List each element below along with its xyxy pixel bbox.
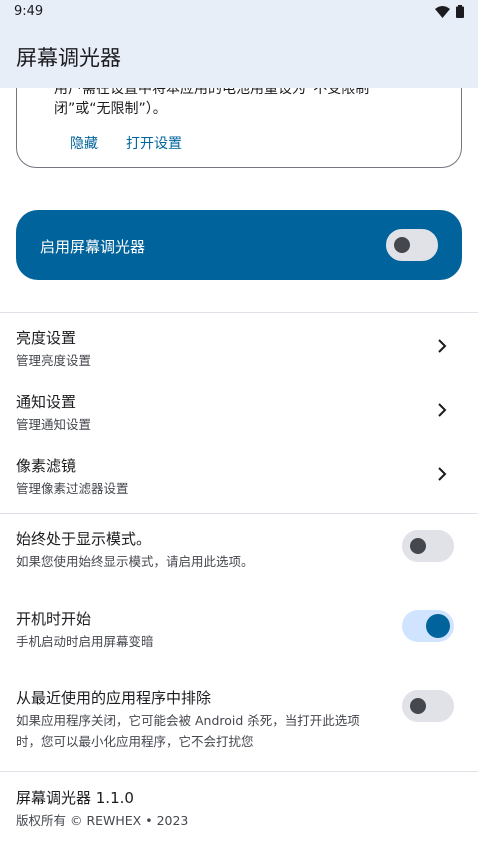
pixel-filter-title: 像素滤镜 [16, 457, 77, 475]
toggle-thumb [426, 614, 450, 638]
battery-status-icon [456, 5, 464, 18]
start-on-boot-subtitle: 手机启动时启用屏幕变暗 [16, 634, 154, 649]
enable-dimmer-toggle[interactable] [386, 229, 438, 261]
toggle-thumb [410, 538, 426, 554]
app-version: 屏幕调光器 1.1.0 [16, 789, 134, 807]
notifications-title: 通知设置 [16, 393, 77, 411]
divider [0, 312, 478, 313]
brightness-subtitle: 管理亮度设置 [16, 353, 92, 368]
copyright-text: 版权所有 © REWHEX • 2023 [16, 813, 189, 828]
exclude-recents-subtitle-line-2: 时，您可以最小化应用程序，它不会打扰您 [16, 734, 254, 749]
exclude-recents-title: 从最近使用的应用程序中排除 [16, 689, 212, 707]
always-on-title: 始终处于显示模式。 [16, 530, 152, 548]
chevron-right-icon [438, 467, 447, 481]
exclude-recents-toggle[interactable] [402, 690, 454, 722]
exclude-recents-subtitle-line-1: 如果应用程序关闭，它可能会被 Android 杀死，当打开此选项 [16, 713, 360, 728]
toggle-thumb [394, 237, 410, 253]
always-on-toggle[interactable] [402, 530, 454, 562]
chevron-right-icon [438, 339, 447, 353]
enable-dimmer-switch[interactable]: 启用屏幕调光器 [16, 210, 462, 280]
always-on-subtitle: 如果您使用始终显示模式，请启用此选项。 [16, 554, 254, 569]
divider [0, 771, 478, 772]
card-message-line-2: 闭”或“无限制”）。 [54, 101, 167, 117]
start-on-boot-toggle[interactable] [402, 610, 454, 642]
notifications-subtitle: 管理通知设置 [16, 417, 92, 432]
wifi-status-icon [435, 5, 450, 18]
open-settings-button[interactable]: 打开设置 [126, 133, 182, 153]
pixel-filter-subtitle: 管理像素过滤器设置 [16, 481, 129, 496]
chevron-right-icon [438, 403, 447, 417]
status-time-text: 9:49 [14, 4, 44, 19]
status-icons-overlay [435, 5, 464, 18]
divider [0, 513, 478, 514]
brightness-title: 亮度设置 [16, 329, 77, 347]
app-title-text: 屏幕调光器 [16, 46, 121, 70]
hide-button[interactable]: 隐藏 [70, 133, 98, 153]
enable-dimmer-label: 启用屏幕调光器 [40, 238, 146, 256]
start-on-boot-title: 开机时开始 [16, 610, 92, 628]
toggle-thumb [410, 698, 426, 714]
